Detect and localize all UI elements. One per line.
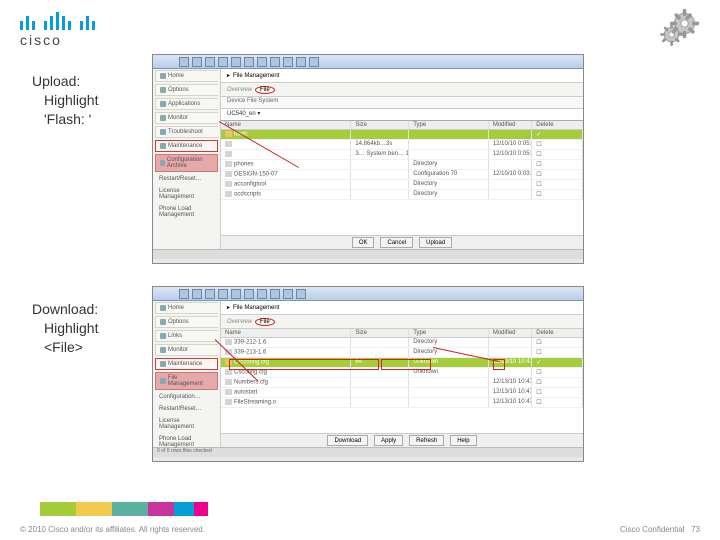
sidebar-item[interactable]: License Management — [155, 416, 218, 432]
file-tab-highlight[interactable]: File — [255, 86, 275, 94]
logo-text: cisco — [20, 32, 95, 48]
sidebar-item[interactable]: License Management — [155, 186, 218, 202]
cisco-logo: cisco — [20, 12, 95, 48]
gear-icon — [656, 6, 702, 57]
titlebar — [153, 55, 583, 69]
button-row: OK Cancel Upload — [221, 235, 583, 249]
sidebar-item[interactable]: Home — [155, 70, 218, 82]
sidebar-item[interactable]: Configuration Archive — [155, 154, 218, 172]
sidebar-item[interactable]: Options — [155, 316, 218, 328]
sidebar: Home Options Applications Monitor Troublesho… — [153, 69, 221, 249]
table-row[interactable]: ocdscriptsDirectory☐ — [221, 190, 583, 200]
footer: © 2010 Cisco and/or its affiliates. All … — [20, 525, 700, 534]
device-label: Device File System — [221, 97, 583, 109]
table-header: NameSizeTypeModifiedDelete — [221, 121, 583, 130]
sidebar-item[interactable]: Home — [155, 302, 218, 314]
refresh-button[interactable]: Refresh — [409, 435, 444, 446]
sidebar: Home Options Links Monitor Maintenance File M… — [153, 301, 221, 447]
upload-button[interactable]: Upload — [419, 237, 452, 248]
sidebar-item[interactable]: Configuration… — [155, 392, 218, 402]
table-header: NameSizeTypeModifiedDelete — [221, 329, 583, 338]
sidebar-item[interactable]: Monitor — [155, 112, 218, 124]
tab-row: Overview File — [221, 83, 583, 97]
table-row[interactable]: 339-213-1.6Directory☐ — [221, 348, 583, 358]
download-screenshot: Home Options Links Monitor Maintenance File M… — [152, 286, 584, 462]
sidebar-item[interactable]: Options — [155, 84, 218, 96]
sidebar-item[interactable]: Restart/Reset… — [155, 404, 218, 414]
table-row[interactable]: phonesDirectory☐ — [221, 160, 583, 170]
download-button[interactable]: Download — [327, 435, 368, 446]
cancel-button[interactable]: Cancel — [380, 237, 413, 248]
confidential: Cisco Confidential — [620, 525, 684, 534]
table-row[interactable]: 14,864kb…3s12/10/10 0:05:44 CM☐ — [221, 140, 583, 150]
sidebar-item[interactable]: Links — [155, 330, 218, 342]
breadcrumb: ▸File Management — [221, 301, 583, 315]
sidebar-item[interactable]: Maintenance — [155, 358, 218, 370]
sidebar-item[interactable]: File Management — [155, 372, 218, 390]
upload-instruction: Upload: Highlight 'Flash: ' — [32, 72, 98, 129]
table-row[interactable]: 339-212-1.6Directory☐ — [221, 338, 583, 348]
ok-button[interactable]: OK — [352, 237, 375, 248]
sidebar-item[interactable]: Phone Load Management — [155, 204, 218, 220]
table-row[interactable]: DESIGN-150-07Configuration 7012/10/10 0:… — [221, 170, 583, 180]
titlebar — [153, 287, 583, 301]
apply-button[interactable]: Apply — [374, 435, 403, 446]
help-button[interactable]: Help — [450, 435, 476, 446]
sidebar-item[interactable]: Applications — [155, 98, 218, 110]
table-row[interactable]: autostart12/13/10 10:47:44☐ — [221, 388, 583, 398]
download-instruction: Download: Highlight <File> — [32, 300, 98, 357]
sidebar-item[interactable]: Restart/Reset… — [155, 174, 218, 184]
table-row[interactable]: FileStreaming.o12/13/10 10:47:44☐ — [221, 398, 583, 408]
table-row[interactable]: flash:✓ — [221, 130, 583, 140]
table-row[interactable]: Numbers.cfg12/13/10 10:47:44☐ — [221, 378, 583, 388]
upload-screenshot: Home Options Applications Monitor Troublesho… — [152, 54, 584, 264]
breadcrumb: ▸File Management — [221, 69, 583, 83]
color-bar — [0, 502, 208, 516]
sidebar-item[interactable]: Maintenance — [155, 140, 218, 152]
sidebar-item[interactable]: Troubleshoot — [155, 126, 218, 138]
copyright: © 2010 Cisco and/or its affiliates. All … — [20, 525, 205, 534]
table-row[interactable]: acconfigtoolDirectory☐ — [221, 180, 583, 190]
page-number: 73 — [691, 525, 700, 534]
sidebar-item[interactable]: Monitor — [155, 344, 218, 356]
file-tab-highlight[interactable]: File — [255, 318, 275, 326]
